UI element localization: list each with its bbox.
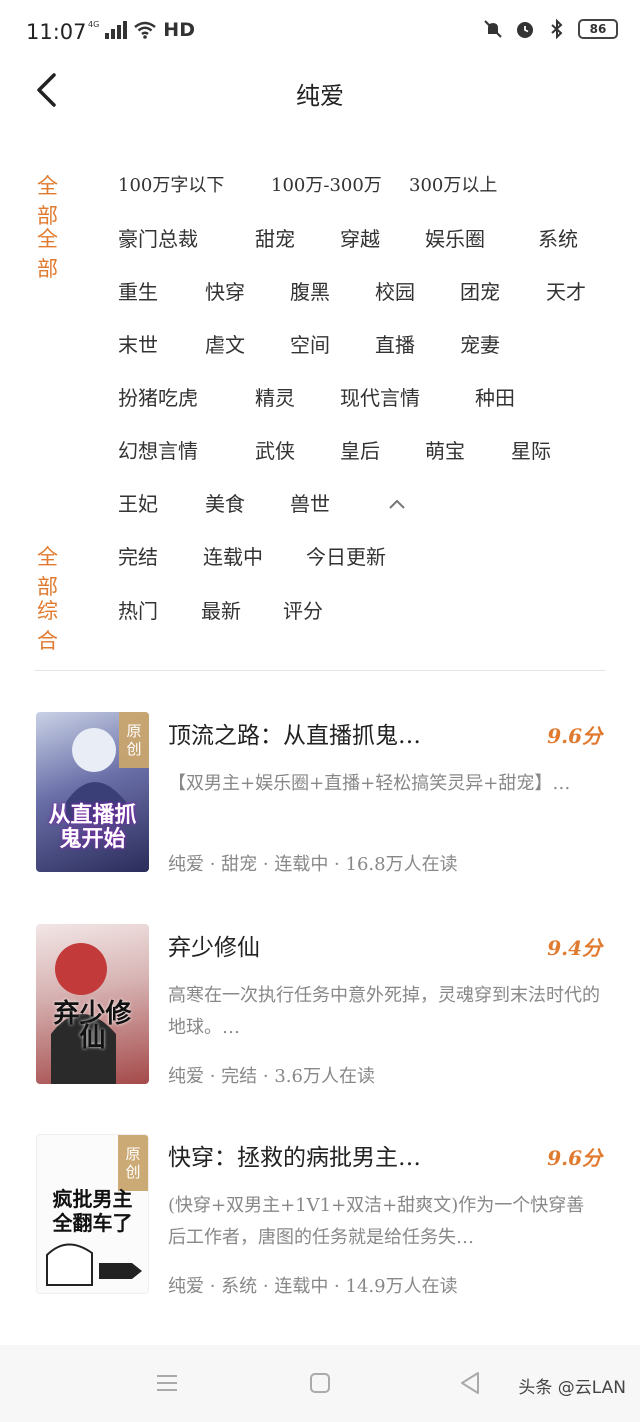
book-meta: 纯爱 · 系统 · 连载中 · 14.9万人在读: [168, 1276, 458, 1297]
sort-option[interactable]: 最新: [201, 595, 241, 624]
tag-option[interactable]: 星际: [511, 435, 551, 464]
tag-option[interactable]: 兽世: [290, 488, 330, 517]
book-item[interactable]: 原创 疯批男主全翻车了 快穿：拯救的病批男主… 9.6分 (快穿+双男主+1V1…: [0, 1134, 640, 1314]
tag-option[interactable]: 美食: [205, 488, 245, 517]
page-title: 纯爱: [296, 82, 344, 110]
tag-option[interactable]: 王妃: [118, 488, 158, 517]
tag-option[interactable]: 萌宝: [425, 435, 465, 464]
book-item[interactable]: 原创 从直播抓鬼开始 顶流之路：从直播抓鬼… 9.6分 【双男主+娱乐圈+直播+…: [0, 712, 640, 892]
book-meta: 纯爱 · 完结 · 3.6万人在读: [168, 1066, 375, 1087]
sort-option[interactable]: 热门: [118, 595, 158, 624]
filter-all-word-count[interactable]: 全部: [37, 170, 58, 230]
book-title: 弃少修仙: [168, 935, 260, 961]
tag-option[interactable]: 甜宠: [255, 223, 295, 252]
chevron-up-icon[interactable]: [387, 497, 407, 511]
tag-option[interactable]: 幻想言情: [118, 435, 198, 464]
original-badge: 原创: [118, 1135, 148, 1191]
tag-option[interactable]: 校园: [375, 276, 415, 305]
cover-title: 从直播抓鬼开始: [48, 803, 137, 852]
book-description: 【双男主+娱乐圈+直播+轻松搞笑灵异+甜宠】…: [168, 773, 571, 794]
tag-option[interactable]: 种田: [475, 382, 515, 411]
alarm-icon: [517, 22, 533, 38]
sort-composite[interactable]: 综合: [37, 595, 58, 655]
tag-option[interactable]: 皇后: [340, 435, 380, 464]
hd-indicator: HD: [163, 19, 195, 41]
tag-option[interactable]: 重生: [118, 276, 158, 305]
status-bar: 11:07 4G HD 86: [0, 0, 640, 62]
tag-option[interactable]: 扮猪吃虎: [118, 382, 198, 411]
system-indicators: 86: [482, 18, 618, 40]
book-score: 9.6分: [547, 724, 602, 748]
cover-title: 弃少修仙: [53, 999, 132, 1053]
book-description: 高寒在一次执行任务中意外死掉，灵魂穿到末法时代的地球。…: [168, 985, 600, 1038]
network-indicators: 4G HD: [88, 19, 195, 41]
status-option[interactable]: 今日更新: [306, 541, 386, 570]
original-badge: 原创: [119, 712, 149, 768]
book-title: 快穿：拯救的病批男主…: [168, 1145, 421, 1171]
signal-icon: [105, 21, 128, 39]
tag-option[interactable]: 宠妻: [460, 329, 500, 358]
book-title: 顶流之路：从直播抓鬼…: [168, 723, 421, 749]
sort-option[interactable]: 评分: [283, 595, 323, 624]
status-option[interactable]: 完结: [118, 541, 158, 570]
section-divider: [34, 670, 606, 671]
filter-option[interactable]: 300万以上: [409, 171, 497, 197]
tag-option[interactable]: 团宠: [460, 276, 500, 305]
tag-option[interactable]: 空间: [290, 329, 330, 358]
tag-option[interactable]: 现代言情: [340, 382, 420, 411]
cover-title: 疯批男主全翻车了: [52, 1187, 133, 1235]
tag-option[interactable]: 末世: [118, 329, 158, 358]
book-cover: 弃少修仙: [36, 924, 149, 1084]
status-time: 11:07: [26, 20, 87, 44]
tag-option[interactable]: 穿越: [340, 223, 380, 252]
tag-option[interactable]: 腹黑: [290, 276, 330, 305]
book-item[interactable]: 弃少修仙 弃少修仙 9.4分 高寒在一次执行任务中意外死掉，灵魂穿到末法时代的地…: [0, 924, 640, 1104]
tag-option[interactable]: 精灵: [255, 382, 295, 411]
menu-icon[interactable]: [155, 1373, 179, 1393]
book-cover: 原创 从直播抓鬼开始: [36, 712, 149, 872]
filter-all-status[interactable]: 全部: [37, 541, 58, 601]
tag-option[interactable]: 天才: [546, 276, 586, 305]
filter-all-tags[interactable]: 全部: [37, 223, 58, 283]
bluetooth-icon: [551, 18, 563, 40]
book-score: 9.4分: [547, 936, 602, 960]
book-cover: 原创 疯批男主全翻车了: [36, 1134, 149, 1294]
tag-option[interactable]: 武侠: [255, 435, 295, 464]
book-description: (快穿+双男主+1V1+双洁+甜爽文)作为一个快穿善后工作者，唐图的任务就是给任…: [168, 1195, 585, 1248]
tag-option[interactable]: 快穿: [205, 276, 245, 305]
mute-icon: [484, 20, 502, 38]
battery-icon: 86: [578, 19, 618, 39]
filter-option[interactable]: 100万字以下: [118, 171, 224, 197]
system-nav-bar: 头条 @云LAN: [0, 1345, 640, 1422]
network-type-label: 4G: [88, 19, 100, 29]
tag-option[interactable]: 豪门总裁: [118, 223, 198, 252]
back-triangle-icon[interactable]: [458, 1370, 482, 1396]
filter-option[interactable]: 100万-300万: [271, 171, 382, 197]
book-score: 9.6分: [547, 1146, 602, 1170]
page-header: 纯爱: [0, 62, 640, 120]
watermark: 头条 @云LAN: [518, 1378, 626, 1398]
wifi-icon: [134, 21, 157, 39]
book-meta: 纯爱 · 甜宠 · 连载中 · 16.8万人在读: [168, 854, 458, 875]
tag-option[interactable]: 系统: [538, 223, 578, 252]
status-option[interactable]: 连载中: [203, 541, 263, 570]
tag-option[interactable]: 虐文: [205, 329, 245, 358]
tag-option[interactable]: 直播: [375, 329, 415, 358]
tag-option[interactable]: 娱乐圈: [425, 223, 485, 252]
home-icon[interactable]: [309, 1372, 331, 1394]
